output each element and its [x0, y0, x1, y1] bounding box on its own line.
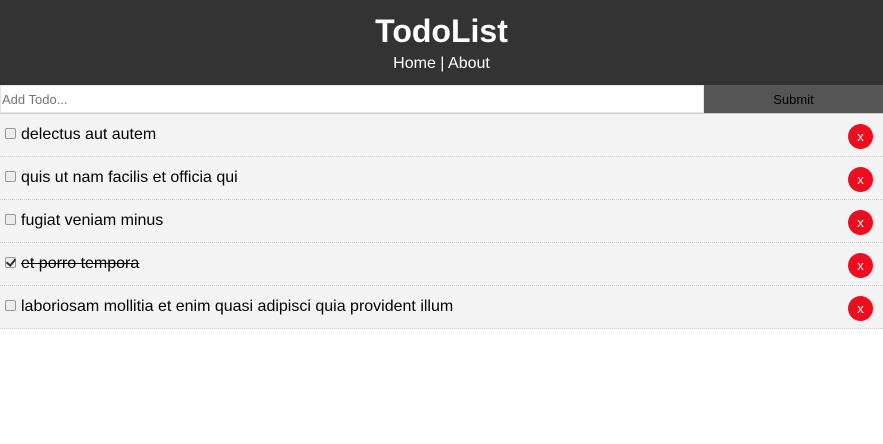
- app-title: TodoList: [375, 13, 508, 49]
- delete-todo-button[interactable]: x: [848, 296, 873, 321]
- delete-todo-button[interactable]: x: [848, 210, 873, 235]
- todo-title: delectus aut autem: [21, 126, 157, 143]
- add-todo-form: Submit: [0, 85, 883, 114]
- todo-checkbox[interactable]: [5, 128, 16, 139]
- main-nav: Home | About: [0, 55, 883, 73]
- delete-todo-button[interactable]: x: [848, 253, 873, 278]
- todo-title: fugiat veniam minus: [21, 212, 164, 229]
- todo-checkbox[interactable]: [5, 257, 16, 268]
- todo-title: laboriosam mollitia et enim quasi adipis…: [21, 298, 454, 315]
- nav-separator: |: [435, 55, 449, 72]
- delete-todo-button[interactable]: x: [848, 124, 873, 149]
- todo-item: et porro tempora x: [0, 243, 883, 286]
- todo-checkbox[interactable]: [5, 214, 16, 225]
- todo-item: quis ut nam facilis et officia qui x: [0, 157, 883, 200]
- todo-item: laboriosam mollitia et enim quasi adipis…: [0, 286, 883, 329]
- todo-item: fugiat veniam minus x: [0, 200, 883, 243]
- nav-home-link[interactable]: Home: [393, 55, 436, 72]
- submit-button[interactable]: Submit: [704, 85, 883, 113]
- add-todo-input[interactable]: [0, 85, 704, 113]
- todo-checkbox[interactable]: [5, 171, 16, 182]
- delete-todo-button[interactable]: x: [848, 167, 873, 192]
- todo-title: quis ut nam facilis et officia qui: [21, 169, 238, 186]
- todo-item: delectus aut autem x: [0, 114, 883, 157]
- todo-list: delectus aut autem x quis ut nam facilis…: [0, 114, 883, 329]
- app-header: TodoList Home | About: [0, 0, 883, 85]
- todo-title: et porro tempora: [21, 255, 140, 272]
- todo-checkbox[interactable]: [5, 300, 16, 311]
- nav-about-link[interactable]: About: [448, 55, 490, 72]
